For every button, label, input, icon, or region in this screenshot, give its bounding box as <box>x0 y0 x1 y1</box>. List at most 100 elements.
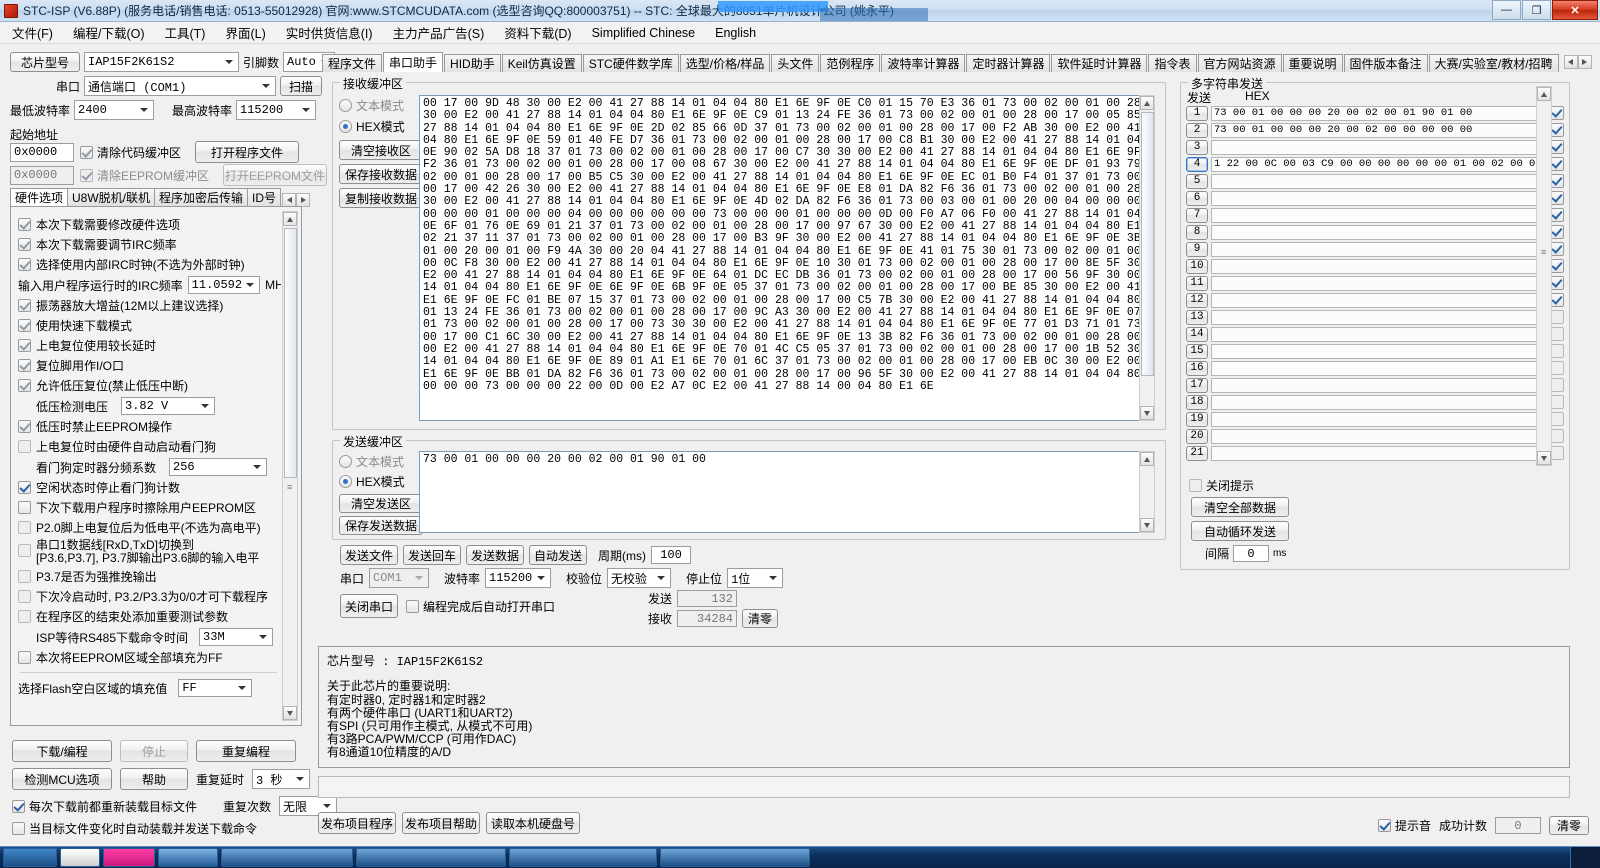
tab-stc-math-lib[interactable]: STC硬件数学库 <box>582 54 679 72</box>
subtab-u8w[interactable]: U8W脱机/联机 <box>67 188 156 207</box>
option-adjust-irc[interactable]: 本次下载需要调节IRC频率 <box>18 236 279 253</box>
multisend-input-11[interactable] <box>1211 275 1547 291</box>
multisend-send-button-4[interactable]: 4 <box>1186 156 1208 172</box>
menu-item-program[interactable]: 编程/下载(O) <box>71 22 147 43</box>
send-file-button[interactable]: 发送文件 <box>340 545 398 565</box>
multisend-enable-checkbox-9[interactable] <box>1550 242 1564 256</box>
chevron-down-icon[interactable] <box>653 569 668 587</box>
option-allow-lvd-reset[interactable]: 允许低压复位(禁止低压中断) <box>18 377 279 394</box>
multisend-enable-checkbox-21[interactable] <box>1550 446 1564 460</box>
tab-hid-assistant[interactable]: HID助手 <box>444 54 501 72</box>
multisend-input-13[interactable] <box>1211 309 1547 325</box>
multisend-enable-checkbox-8[interactable] <box>1550 225 1564 239</box>
menu-item-english[interactable]: English <box>713 25 758 41</box>
option-long-poweron-delay[interactable]: 上电复位使用较长延时 <box>18 337 279 354</box>
checkbox-icon[interactable] <box>18 544 31 557</box>
checkbox-icon[interactable] <box>18 590 31 603</box>
multisend-send-button-19[interactable]: 19 <box>1186 411 1208 427</box>
tab-program-file[interactable]: 程序文件 <box>322 54 383 72</box>
option-add-test-params[interactable]: 在程序区的结束处添加重要测试参数 <box>18 608 279 625</box>
multisend-input-14[interactable] <box>1211 326 1547 342</box>
scan-button[interactable]: 扫描 <box>280 76 322 96</box>
option-fast-download[interactable]: 使用快速下载模式 <box>18 317 279 334</box>
hardware-options-scrollbar[interactable]: ≡ <box>282 211 298 721</box>
send-text-mode-radio[interactable]: 文本模式 <box>339 453 404 470</box>
taskbar-item-5[interactable] <box>356 848 506 867</box>
minimize-button[interactable]: — <box>1492 0 1521 20</box>
tab-baud-calculator[interactable]: 波特率计算器 <box>881 54 966 72</box>
scroll-up-icon[interactable] <box>283 212 297 226</box>
multisend-input-17[interactable] <box>1211 377 1547 393</box>
eeprom-address-input[interactable]: 0x0000 <box>10 165 74 185</box>
auto-send-button[interactable]: 自动发送 <box>529 545 587 565</box>
subtab-id[interactable]: ID号 <box>247 188 282 207</box>
multisend-input-9[interactable] <box>1211 241 1547 257</box>
menu-item-products[interactable]: 主力产品广告(S) <box>391 22 487 43</box>
option-reset-as-io[interactable]: 复位脚用作I/O口 <box>18 357 279 374</box>
checkbox-icon[interactable] <box>18 501 31 514</box>
checkbox-icon[interactable] <box>1378 819 1391 832</box>
taskbar-item-4[interactable] <box>221 848 353 867</box>
checkbox-icon[interactable] <box>18 610 31 623</box>
multisend-input-10[interactable] <box>1211 258 1547 274</box>
checkbox-icon[interactable] <box>18 521 31 534</box>
scroll-down-icon[interactable] <box>1140 518 1154 532</box>
multisend-enable-checkbox-11[interactable] <box>1550 276 1564 290</box>
flash-fill-select[interactable]: FF <box>178 679 253 697</box>
rs485-wait-select[interactable]: 33M <box>199 628 274 646</box>
option-uart1-pin-switch[interactable]: 串口1数据线[RxD,TxD]切换到 [P3.6,P3.7], P3.7脚输出P… <box>18 539 279 565</box>
receive-scrollbar[interactable] <box>1139 95 1155 421</box>
radio-icon[interactable] <box>339 475 352 488</box>
option-modify-hw[interactable]: 本次下载需要修改硬件选项 <box>18 216 279 233</box>
multisend-send-button-10[interactable]: 10 <box>1186 258 1208 274</box>
multisend-enable-checkbox-14[interactable] <box>1550 327 1564 341</box>
option-lvd-disable-eeprom[interactable]: 低压时禁止EEPROM操作 <box>18 418 279 435</box>
chevron-down-icon[interactable] <box>298 101 313 119</box>
checkbox-icon[interactable] <box>12 799 25 813</box>
chevron-down-icon[interactable] <box>136 101 151 119</box>
stopbits-select[interactable]: 1位 <box>727 568 784 588</box>
multisend-enable-checkbox-10[interactable] <box>1550 259 1564 273</box>
multisend-send-button-6[interactable]: 6 <box>1186 190 1208 206</box>
multisend-input-19[interactable] <box>1211 411 1547 427</box>
interval-input[interactable]: 0 <box>1233 545 1270 562</box>
option-erase-eeprom-next[interactable]: 下次下载用户程序时擦除用户EEPROM区 <box>18 499 279 516</box>
taskbar-item-3[interactable] <box>158 848 218 867</box>
multisend-enable-checkbox-7[interactable] <box>1550 208 1564 222</box>
multisend-send-button-9[interactable]: 9 <box>1186 241 1208 257</box>
multisend-input-20[interactable] <box>1211 428 1547 444</box>
option-p20-low-after-reset[interactable]: P2.0脚上电复位后为低电平(不选为高电平) <box>18 519 279 536</box>
multisend-scrollbar[interactable]: ≡ <box>1536 86 1552 466</box>
close-tip-checkbox[interactable]: 关闭提示 <box>1189 477 1254 495</box>
clear-eeprom-buffer-checkbox[interactable]: 清除EEPROM缓冲区 <box>80 167 209 184</box>
option-cold-start-p32-p33[interactable]: 下次冷启动时, P3.2/P3.3为0/0才可下载程序 <box>18 588 279 605</box>
menu-item-tools[interactable]: 工具(T) <box>163 22 208 43</box>
option-idle-stop-wdt[interactable]: 空闲状态时停止看门狗计数 <box>18 479 279 496</box>
auto-open-port-checkbox[interactable]: 编程完成后自动打开串口 <box>406 598 555 615</box>
radio-icon[interactable] <box>339 120 352 133</box>
multisend-send-button-14[interactable]: 14 <box>1186 326 1208 342</box>
reset-success-count-button[interactable]: 清零 <box>1549 816 1590 835</box>
multisend-send-button-7[interactable]: 7 <box>1186 207 1208 223</box>
multisend-send-button-11[interactable]: 11 <box>1186 275 1208 291</box>
multisend-enable-checkbox-17[interactable] <box>1550 378 1564 392</box>
multisend-input-2[interactable]: 73 00 01 00 00 00 20 00 02 00 00 00 00 0… <box>1211 122 1547 138</box>
chevron-down-icon[interactable] <box>258 77 273 95</box>
multisend-enable-checkbox-13[interactable] <box>1550 310 1564 324</box>
open-program-file-button[interactable]: 打开程序文件 <box>195 141 300 163</box>
checkbox-icon[interactable] <box>1189 479 1202 492</box>
checkbox-icon[interactable] <box>12 822 25 835</box>
tab-timer-calculator[interactable]: 定时器计算器 <box>966 54 1051 72</box>
multisend-input-4[interactable]: 1 22 00 0C 00 03 C9 00 00 00 00 00 00 01… <box>1211 156 1547 172</box>
save-receive-button[interactable]: 保存接收数据 <box>339 164 423 184</box>
option-fill-eeprom-ff[interactable]: 本次将EEPROM区域全部填充为FF <box>18 649 279 666</box>
multisend-send-button-3[interactable]: 3 <box>1186 139 1208 155</box>
wdt-prescaler-select[interactable]: 256 <box>169 458 268 476</box>
reset-counters-button[interactable]: 清零 <box>742 609 779 628</box>
checkbox-icon[interactable] <box>80 168 93 182</box>
parity-select[interactable]: 无校验 <box>607 568 672 588</box>
multisend-enable-checkbox-1[interactable] <box>1550 106 1564 120</box>
chevron-down-icon[interactable] <box>197 398 212 414</box>
send-scrollbar[interactable] <box>1139 451 1155 533</box>
multisend-enable-checkbox-12[interactable] <box>1550 293 1564 307</box>
